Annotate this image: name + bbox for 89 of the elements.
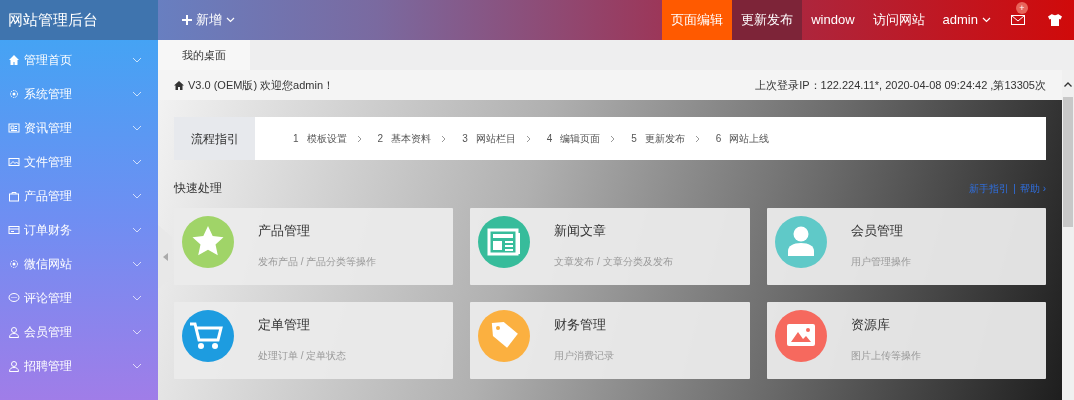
- login-info: 上次登录IP：122.224.11*, 2020-04-08 09:24:42 ,第13305次: [755, 77, 1046, 93]
- nav-link[interactable]: window: [802, 0, 864, 40]
- plus-icon: [182, 15, 192, 25]
- shortcut-card[interactable]: 财务管理 用户消费记录: [470, 302, 750, 379]
- section-title: 快速处理: [174, 180, 222, 197]
- card-title: 产品管理: [258, 222, 311, 240]
- step-label: 编辑页面: [560, 132, 601, 146]
- sidebar-item[interactable]: 评论管理: [0, 281, 158, 315]
- chevron-down-icon: [132, 329, 142, 335]
- step-number: 3: [462, 132, 468, 146]
- shortcut-card[interactable]: 定单管理 处理订单 / 定单状态: [174, 302, 454, 379]
- shortcut-card[interactable]: 新闻文章 文章发布 / 文章分类及发布: [470, 208, 750, 285]
- nav-link[interactable]: admin: [933, 0, 1000, 40]
- card-subtitle: 用户消费记录: [554, 348, 615, 363]
- card-title: 会员管理: [850, 222, 904, 240]
- sidebar-item[interactable]: 文件管理: [0, 145, 158, 179]
- gear-icon: [8, 258, 20, 270]
- sidebar-item[interactable]: 系统管理: [0, 77, 158, 111]
- step-number: 1: [293, 132, 299, 146]
- chevron-right-icon: [441, 134, 447, 143]
- welcome-text: V3.0 (OEM版) 欢迎您admin！: [188, 77, 335, 93]
- shirt-icon: [1048, 14, 1062, 26]
- image-icon: [8, 156, 20, 168]
- step-number: 6: [715, 132, 722, 146]
- newspaper-icon: [8, 122, 20, 134]
- nav-link[interactable]: 更新发布: [732, 0, 803, 40]
- chevron-down-icon: [132, 57, 142, 63]
- home-icon: [8, 54, 20, 66]
- help-link[interactable]: 新手指引: [969, 180, 1010, 196]
- link-separator: |: [1013, 181, 1016, 196]
- chevron-down-icon: [132, 363, 142, 369]
- card-icon: [8, 224, 20, 236]
- mail-icon: [1011, 15, 1025, 25]
- card-title: 定单管理: [258, 316, 311, 334]
- scrollbar[interactable]: [1062, 70, 1074, 400]
- sidebar-item[interactable]: 订单财务: [0, 213, 158, 247]
- nav-link[interactable]: 页面编辑: [662, 0, 733, 40]
- guide-title: 流程指引: [174, 117, 255, 160]
- sidebar-item[interactable]: 会员管理: [0, 315, 158, 349]
- step-label: 更新发布: [644, 132, 685, 146]
- shortcut-card[interactable]: 会员管理 用户管理操作: [766, 208, 1046, 285]
- chevron-down-icon: [132, 193, 142, 199]
- sidebar-item[interactable]: 产品管理: [0, 179, 158, 213]
- mail-button[interactable]: +: [1000, 0, 1036, 40]
- home-icon: [174, 80, 184, 90]
- notification-badge: +: [1016, 2, 1028, 14]
- chevron-down-icon: [132, 159, 142, 165]
- user-icon: [8, 360, 20, 372]
- chevron-down-icon: [132, 261, 142, 267]
- sidebar-item[interactable]: 资讯管理: [0, 111, 158, 145]
- step-label: 网站栏目: [475, 132, 516, 146]
- card-title: 新闻文章: [554, 222, 608, 240]
- user-icon: [8, 326, 20, 338]
- gear-icon: [8, 88, 20, 100]
- chevron-right-icon: [525, 134, 531, 143]
- logo: 网站管理后台: [0, 0, 158, 40]
- tab[interactable]: 我的桌面: [158, 40, 250, 70]
- caret-icon: [226, 17, 235, 23]
- step-number: 5: [631, 132, 637, 146]
- nav-link[interactable]: 访问网站: [863, 0, 934, 40]
- step-label: 网站上线: [729, 132, 770, 146]
- step-number: 2: [377, 132, 384, 146]
- chevron-right-icon: [694, 134, 700, 143]
- chevron-right-icon: [610, 134, 616, 143]
- step-label: 模板设置: [306, 132, 347, 146]
- chevron-right-icon: [356, 134, 362, 143]
- card-subtitle: 文章发布 / 文章分类及发布: [554, 254, 673, 269]
- chevron-down-icon: [132, 295, 142, 301]
- card-subtitle: 发布产品 / 产品分类等操作: [258, 254, 377, 269]
- help-link[interactable]: 帮助 ›: [1019, 180, 1046, 196]
- card-title: 资源库: [850, 316, 891, 334]
- add-menu-button[interactable]: 新增: [182, 0, 235, 40]
- card-title: 财务管理: [554, 316, 608, 334]
- scroll-up-icon: [1064, 82, 1072, 87]
- card-subtitle: 处理订单 / 定单状态: [258, 348, 347, 363]
- sidebar-item[interactable]: 招聘管理: [0, 349, 158, 383]
- shortcut-card[interactable]: 产品管理 发布产品 / 产品分类等操作: [174, 208, 454, 285]
- sidebar-item[interactable]: 微信网站: [0, 247, 158, 281]
- chevron-down-icon: [132, 91, 142, 97]
- card-subtitle: 用户管理操作: [850, 254, 911, 269]
- chat-icon: [8, 292, 20, 304]
- chevron-down-icon: [132, 125, 142, 131]
- sidebar-item[interactable]: 管理首页: [0, 43, 158, 77]
- caret-left-icon: [162, 253, 168, 261]
- chevron-down-icon: [132, 227, 142, 233]
- step-number: 4: [546, 132, 553, 146]
- step-label: 基本资料: [391, 132, 432, 146]
- caret-icon: [982, 17, 991, 23]
- bag-icon: [8, 190, 20, 202]
